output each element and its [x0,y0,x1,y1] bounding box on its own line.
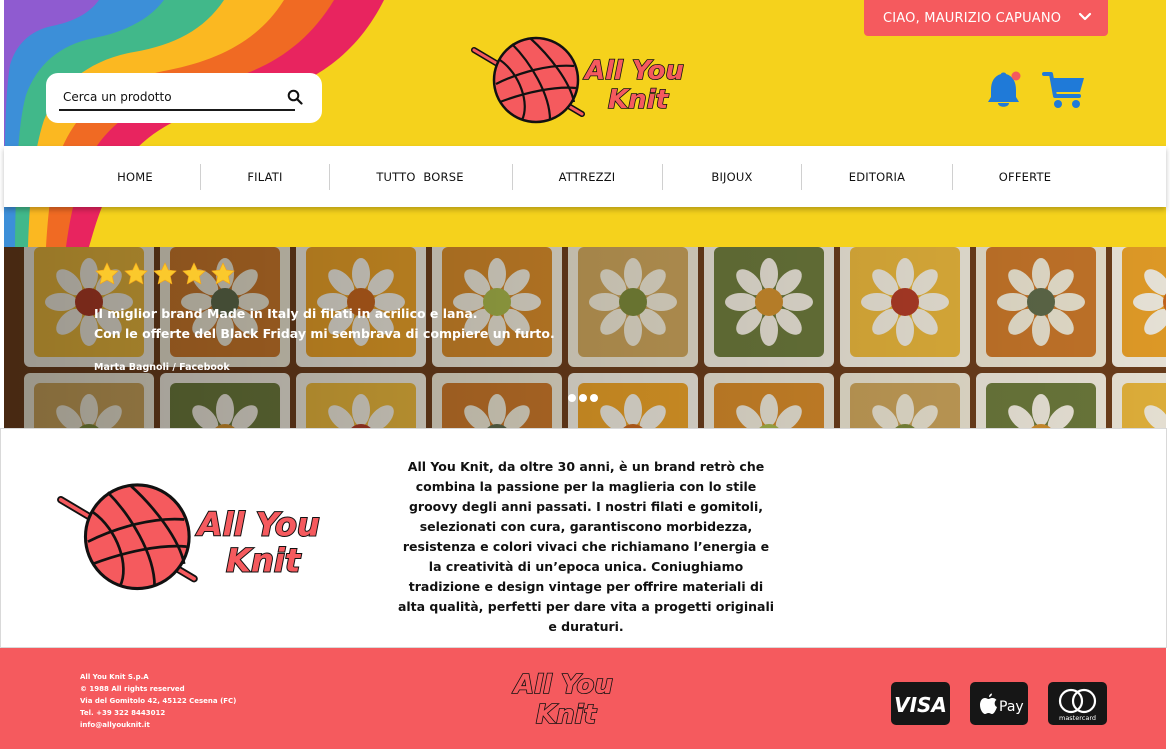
quote-line: Con le offerte del Black Friday mi sembr… [94,326,555,341]
svg-text:Knit: Knit [226,541,302,579]
footer-logo[interactable]: All You Knit [508,665,626,731]
star-icon [182,262,206,285]
slider-dot[interactable] [579,394,587,402]
slider-dots [568,394,598,402]
testimonial-author: Marta Bagnoli / Facebook [94,362,230,373]
company-name: All You Knit S.p.A [80,673,149,681]
svg-text:Knit: Knit [608,85,670,115]
nav-divider [662,164,663,190]
company-phone: Tel. +39 322 8443012 [80,709,166,717]
nav-divider [801,164,802,190]
star-icon [95,262,119,285]
testimonial-slider: Il miglior brand Made in Italy di filati… [4,247,1166,428]
search-button[interactable] [284,88,306,108]
cart-icon[interactable] [1042,70,1086,110]
company-info: All You Knit S.p.A © 1988 All rights res… [80,671,236,731]
page: All You Knit CIAO, MAURIZIO CAPUANO HOME… [0,0,1170,749]
brand-logo[interactable]: All You Knit [470,34,702,128]
nav-divider [200,164,201,190]
mastercard-icon: mastercard [1048,682,1107,725]
nav-divider [329,164,330,190]
star-icon [124,262,148,285]
nav-item-editoria[interactable]: EDITORIA [832,146,922,207]
brand-logo-large: All You Knit [57,483,321,591]
nav-item-tutto-borse[interactable]: TUTTO BORSE [360,146,480,207]
nav-item-home[interactable]: HOME [100,146,170,207]
svg-text:All You: All You [512,670,613,700]
copyright: © 1988 All rights reserved [80,685,185,693]
star-icon [211,262,235,285]
quote-line: Il miglior brand Made in Italy di filati… [94,306,478,321]
about-section: All You Knit All You Knit, da oltre 30 a… [0,428,1167,648]
slider-dot[interactable] [590,394,598,402]
user-greeting: CIAO, MAURIZIO CAPUANO [883,10,1062,26]
search-icon [287,89,303,105]
about-description: All You Knit, da oltre 30 anni, è un bra… [397,459,775,634]
nav-divider [512,164,513,190]
search-box [46,73,322,123]
bell-icon[interactable] [984,70,1024,110]
svg-text:All You: All You [583,56,684,86]
svg-text:mastercard: mastercard [1059,714,1096,722]
header: All You Knit CIAO, MAURIZIO CAPUANO [4,0,1166,247]
company-email[interactable]: info@allyouknit.it [80,719,236,731]
svg-text:Pay: Pay [999,699,1024,715]
nav-item-bijoux[interactable]: BIJOUX [692,146,772,207]
svg-text:VISA: VISA [894,693,947,717]
nav-divider [952,164,953,190]
nav-item-attrezzi[interactable]: ATTREZZI [542,146,632,207]
company-address: Via del Gomitolo 42, 45122 Cesena (FC) [80,697,237,705]
nav-item-offerte[interactable]: OFFERTE [982,146,1068,207]
apple-pay-icon: Pay [970,682,1028,725]
visa-icon: VISA [891,682,950,725]
chevron-down-icon [1078,12,1092,21]
svg-text:All You: All You [195,506,320,544]
main-navigation: HOME FILATI TUTTO BORSE ATTREZZI BIJOUX … [4,146,1166,207]
notification-dot [1011,71,1021,81]
rainbow-decoration [4,0,384,247]
testimonial-quote: Il miglior brand Made in Italy di filati… [94,304,555,344]
svg-text:Knit: Knit [536,700,598,730]
rating-stars [94,261,236,287]
search-input[interactable] [59,85,295,111]
slider-dot[interactable] [568,394,576,402]
user-menu-dropdown[interactable]: CIAO, MAURIZIO CAPUANO [864,0,1108,36]
nav-item-filati[interactable]: FILATI [230,146,300,207]
footer: All You Knit S.p.A © 1988 All rights res… [0,648,1166,749]
star-icon [153,262,177,285]
